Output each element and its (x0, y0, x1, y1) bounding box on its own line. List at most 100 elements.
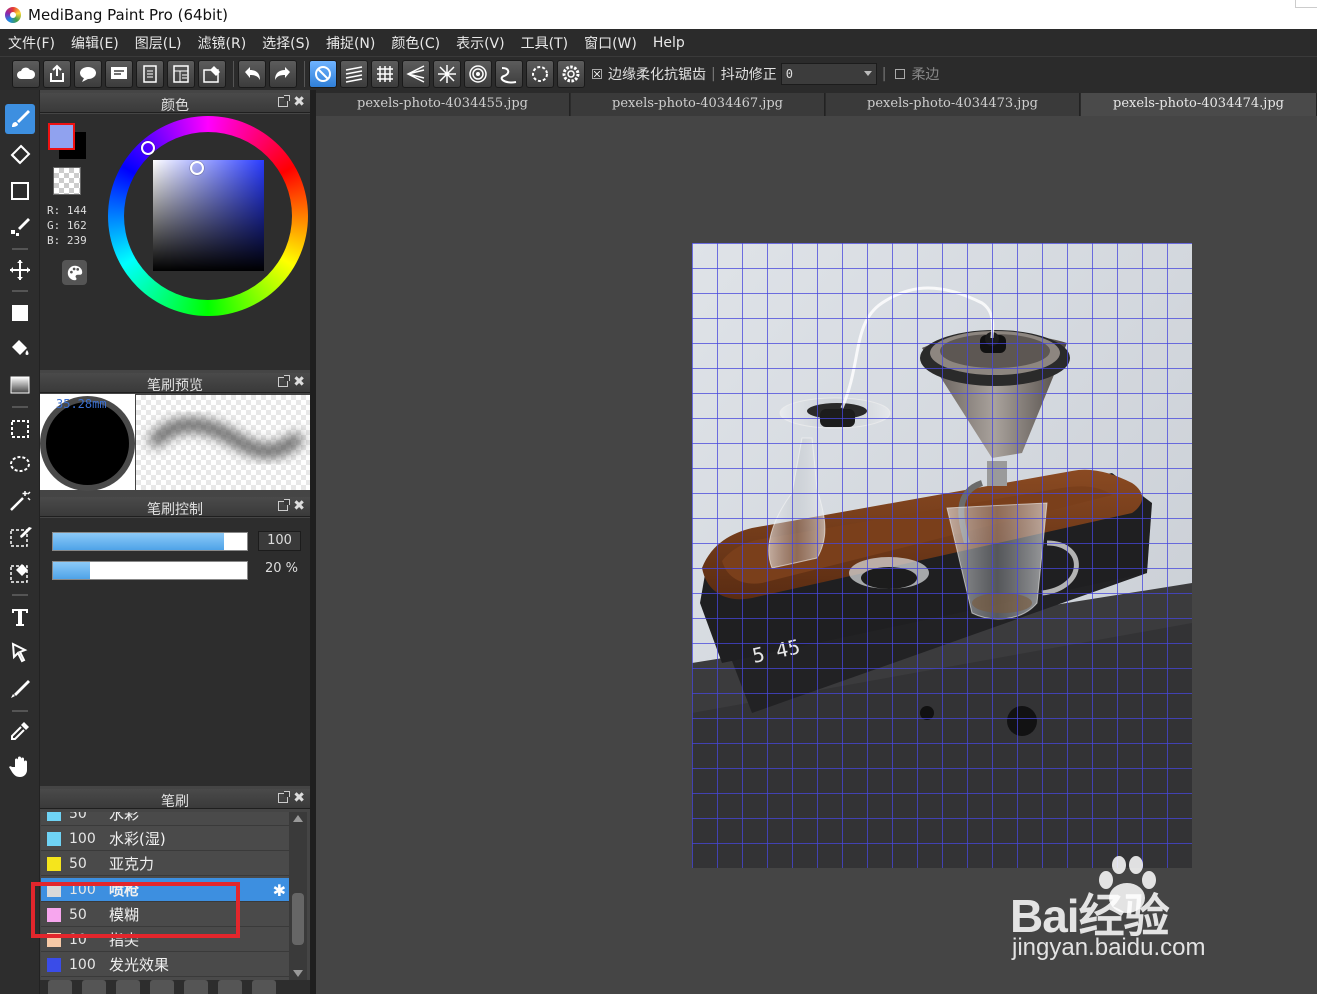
brush-size-label: 35.28mm (56, 397, 107, 411)
rect-select-tool[interactable] (5, 414, 35, 444)
hand-tool[interactable] (5, 752, 35, 782)
shape-tool[interactable] (5, 176, 35, 206)
brush-color-swatch (47, 856, 61, 871)
popout-icon[interactable] (278, 791, 290, 803)
brush-file-button[interactable] (82, 980, 106, 994)
move-tool[interactable] (5, 255, 35, 285)
menu-snap[interactable]: 捕捉(N) (326, 33, 375, 53)
document-tab[interactable]: pexels-photo-4034467.jpg (571, 93, 825, 116)
text-tool[interactable] (5, 602, 35, 632)
document-tab[interactable]: pexels-photo-4034473.jpg (826, 93, 1080, 116)
document-tab[interactable]: pexels-photo-4034455.jpg (316, 93, 570, 116)
brush-save-button[interactable] (218, 980, 242, 994)
grid-icon (377, 65, 393, 82)
menu-select[interactable]: 选择(S) (262, 33, 310, 53)
close-icon[interactable]: ✖ (293, 498, 305, 514)
menu-tools[interactable]: 工具(T) (521, 33, 568, 53)
concentric-snap-button[interactable] (464, 59, 492, 88)
cloud-button[interactable] (12, 59, 40, 88)
palette-button[interactable] (62, 260, 87, 285)
popout-icon[interactable] (278, 499, 290, 511)
saturation-value-handle[interactable] (190, 161, 204, 175)
brush-folder-button[interactable] (184, 980, 208, 994)
brush-copy-button[interactable] (116, 980, 140, 994)
menu-layer[interactable]: 图层(L) (135, 33, 182, 53)
scroll-down-icon[interactable] (293, 970, 303, 977)
parallel-snap-button[interactable] (340, 59, 368, 88)
stabilizer-value: 0 (785, 66, 793, 81)
select-pen-tool[interactable] (5, 522, 35, 552)
brush-panel-header: 笔刷 ✖ (40, 789, 310, 810)
eyedropper-tool[interactable] (5, 716, 35, 746)
gradient-tool[interactable] (5, 370, 35, 400)
snap-settings-button[interactable] (557, 59, 585, 88)
saturation-value-picker[interactable] (153, 160, 264, 271)
menu-help[interactable]: Help (653, 35, 685, 51)
soft-edge-checkbox[interactable] (895, 68, 906, 79)
brush-edit-button[interactable] (150, 980, 174, 994)
close-icon[interactable]: ✖ (293, 94, 305, 110)
page-button[interactable] (136, 59, 164, 88)
layout-button[interactable] (167, 59, 195, 88)
add-brush-button[interactable] (48, 980, 72, 994)
brush-size-value[interactable]: 100 (258, 531, 301, 551)
canvas-image[interactable]: 5 45 (692, 243, 1192, 868)
brush-row[interactable]: 100 水彩(湿) (41, 827, 289, 851)
brush-color-swatch (47, 812, 61, 821)
share-button[interactable] (43, 59, 71, 88)
perspective-snap-button[interactable] (402, 59, 430, 88)
magic-wand-tool[interactable] (5, 486, 35, 516)
undo-button[interactable] (238, 59, 266, 88)
brush-preview-header: 笔刷预览 ✖ (40, 373, 310, 394)
document-tab-active[interactable]: pexels-photo-4034474.jpg (1081, 93, 1317, 116)
stabilizer-select[interactable]: 0 (780, 62, 877, 85)
popout-icon[interactable] (278, 375, 290, 387)
operation-tool[interactable] (5, 638, 35, 668)
scrollbar-thumb[interactable] (292, 893, 304, 945)
foreground-color-swatch[interactable] (48, 123, 75, 150)
panels-icon (203, 65, 220, 83)
bucket-tool[interactable] (5, 334, 35, 364)
grid-snap-button[interactable] (371, 59, 399, 88)
menu-window[interactable]: 窗口(W) (584, 33, 637, 53)
panel-layout-button[interactable] (198, 59, 226, 88)
close-icon[interactable]: ✖ (293, 374, 305, 390)
selection-eraser-icon (10, 564, 28, 583)
delete-brush-button[interactable] (252, 980, 276, 994)
eraser-tool[interactable] (5, 140, 35, 170)
brush-row[interactable]: 50 亚克力 (41, 852, 289, 876)
antialias-checkbox[interactable] (592, 68, 602, 79)
brush-size-slider[interactable] (52, 532, 248, 551)
brush-row[interactable]: 50 水彩 (41, 812, 289, 826)
menu-color[interactable]: 颜色(C) (391, 33, 440, 53)
radial-snap-button[interactable] (433, 59, 461, 88)
menu-filter[interactable]: 滤镜(R) (198, 33, 247, 53)
brush-tool[interactable] (5, 104, 35, 134)
divide-tool[interactable] (5, 674, 35, 704)
window-corner (1295, 0, 1317, 8)
scroll-up-icon[interactable] (293, 815, 303, 822)
menu-view[interactable]: 表示(V) (456, 33, 505, 53)
close-icon[interactable]: ✖ (293, 790, 305, 806)
paint-bucket-icon (12, 340, 29, 355)
message-button[interactable] (105, 59, 133, 88)
redo-button[interactable] (269, 59, 297, 88)
circle-snap-button[interactable] (526, 59, 554, 88)
hue-handle[interactable] (141, 141, 155, 155)
brush-opacity-slider[interactable] (52, 561, 248, 580)
popout-icon[interactable] (278, 95, 290, 107)
curve-snap-button[interactable] (495, 59, 523, 88)
snap-off-button[interactable] (309, 59, 337, 88)
menu-file[interactable]: 文件(F) (8, 33, 55, 53)
fill-tool[interactable] (5, 298, 35, 328)
lasso-tool[interactable] (5, 450, 35, 480)
brush-row[interactable]: 100 发光效果 (41, 953, 289, 977)
comment-button[interactable] (74, 59, 102, 88)
transparent-color-swatch[interactable] (53, 167, 81, 195)
brush-opacity-fill (53, 562, 90, 579)
app-logo-icon (5, 6, 21, 23)
gear-icon[interactable]: ✱ (273, 881, 286, 900)
dot-tool[interactable] (5, 212, 35, 242)
menu-edit[interactable]: 编辑(E) (71, 33, 119, 53)
select-eraser-tool[interactable] (5, 558, 35, 588)
